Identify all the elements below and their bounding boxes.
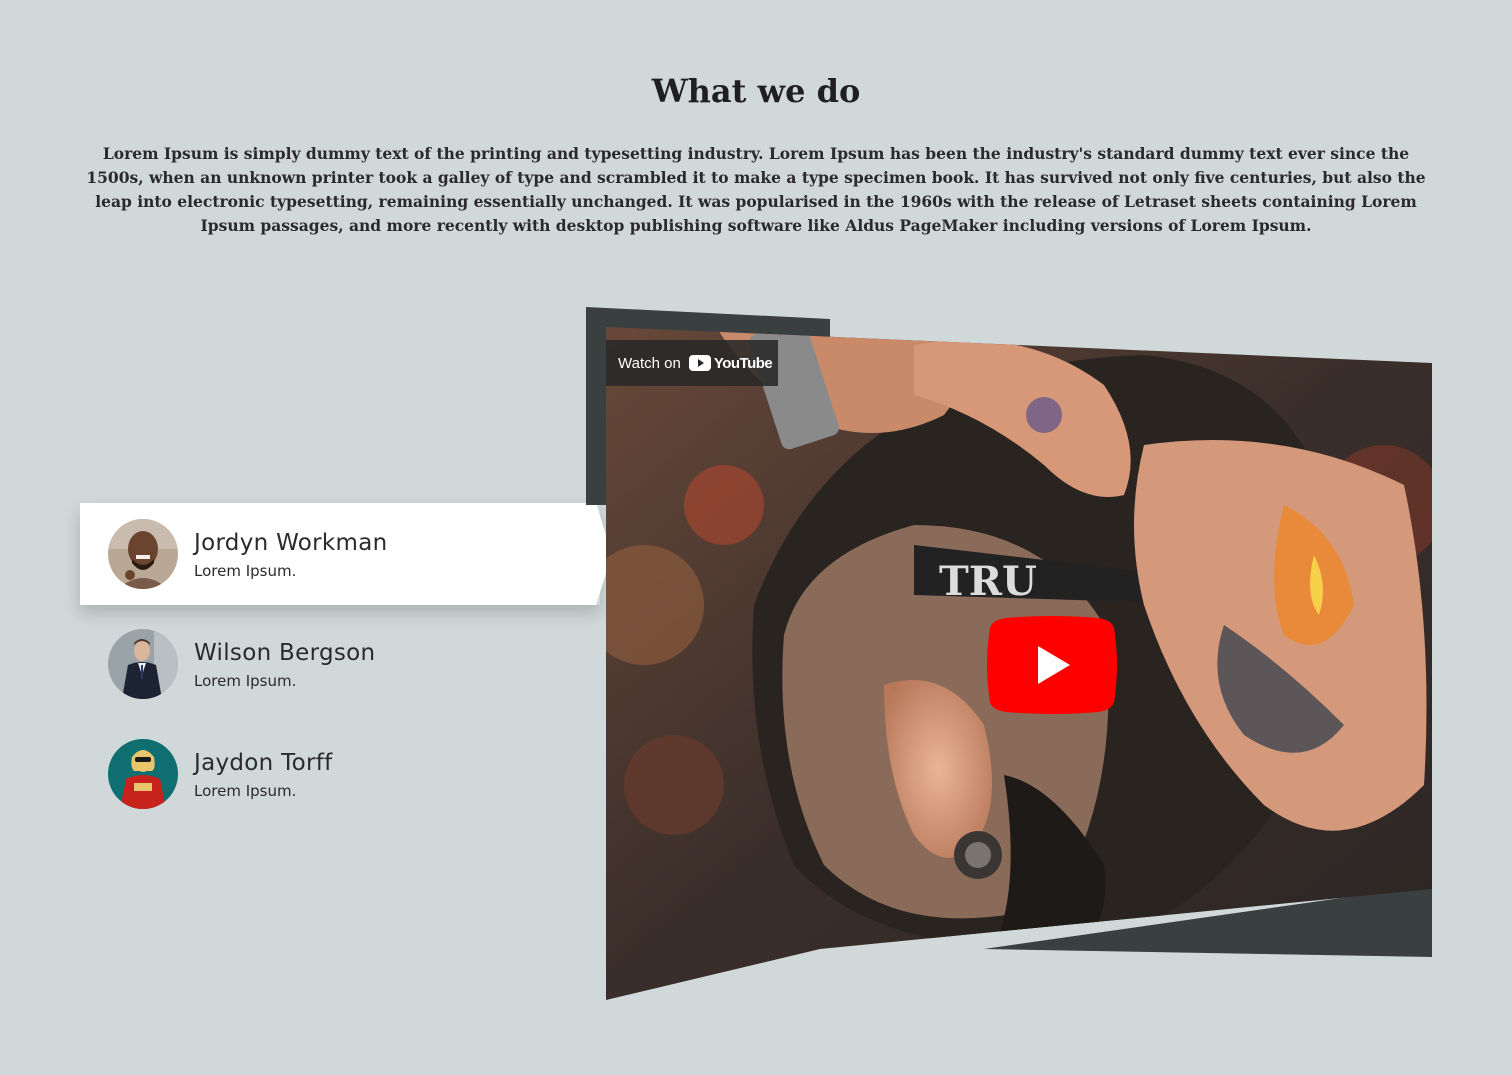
person-role: Lorem Ipsum. bbox=[194, 782, 297, 800]
person-role: Lorem Ipsum. bbox=[194, 672, 297, 690]
people-list: Jordyn Workman Lorem Ipsum. Wilson Bergs… bbox=[80, 503, 620, 833]
avatar bbox=[108, 519, 178, 589]
section-intro: Lorem Ipsum is simply dummy text of the … bbox=[86, 144, 1426, 235]
person-item-jaydon[interactable]: Jaydon Torff Lorem Ipsum. bbox=[80, 723, 620, 825]
person-name: Jordyn Workman bbox=[194, 530, 388, 556]
avatar bbox=[108, 739, 178, 809]
youtube-label: YouTube bbox=[713, 354, 773, 372]
person-item-jordyn[interactable]: Jordyn Workman Lorem Ipsum. bbox=[80, 503, 612, 605]
youtube-play-icon[interactable] bbox=[982, 616, 1122, 714]
person-item-wilson[interactable]: Wilson Bergson Lorem Ipsum. bbox=[80, 613, 620, 715]
person-name: Jaydon Torff bbox=[194, 750, 333, 776]
section-title: What we do bbox=[651, 72, 861, 110]
person-name: Wilson Bergson bbox=[194, 640, 376, 666]
svg-text:TRU: TRU bbox=[939, 558, 1037, 605]
watch-on-label: Watch on bbox=[618, 354, 681, 372]
person-role: Lorem Ipsum. bbox=[194, 562, 297, 580]
watch-on-youtube-button[interactable]: Watch on YouTube bbox=[606, 340, 778, 386]
youtube-logo-icon: YouTube bbox=[688, 354, 773, 372]
avatar bbox=[108, 629, 178, 699]
